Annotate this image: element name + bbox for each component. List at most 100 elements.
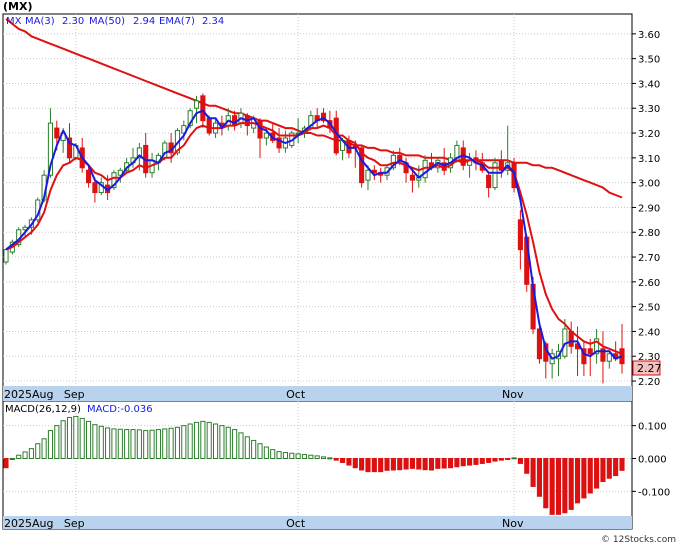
macd-bar — [555, 458, 562, 515]
macd-bar — [225, 426, 231, 459]
price-xtick-label: 2025Aug — [4, 388, 53, 401]
macd-bar — [524, 458, 530, 474]
legend-ma3-value: 2.30 — [62, 16, 84, 27]
macd-bar — [606, 458, 612, 479]
macd-bar — [352, 458, 358, 469]
candle-body — [587, 348, 593, 355]
candle-body — [54, 127, 60, 139]
macd-bar — [371, 458, 377, 473]
price-xtick-label: Oct — [286, 388, 306, 401]
macd-bar — [244, 436, 250, 460]
price-ytick-label: 3.60 — [638, 30, 660, 41]
macd-bar — [301, 454, 308, 459]
macd-bar — [530, 458, 536, 487]
macd-date-band — [3, 516, 632, 529]
macd-bar — [505, 458, 511, 460]
price-ytick-label: 3.10 — [638, 154, 660, 165]
macd-bar — [498, 458, 504, 461]
price-ytick-label: 2.60 — [638, 278, 660, 289]
macd-bar — [276, 451, 282, 460]
price-ytick-label: 3.50 — [638, 55, 660, 66]
macd-bar — [536, 458, 543, 497]
macd-bar — [422, 458, 428, 471]
price-ytick-label: 2.80 — [638, 228, 660, 239]
macd-bar — [619, 458, 625, 471]
macd-bar — [346, 458, 352, 466]
legend-ma3-label: MA(3) — [25, 16, 55, 27]
macd-bar — [28, 448, 34, 459]
candle-body — [409, 174, 415, 181]
macd-bar — [60, 420, 66, 460]
macd-bar — [9, 458, 15, 460]
macd-bar — [467, 458, 473, 466]
macd-bar — [562, 458, 568, 514]
macd-bar — [3, 458, 9, 469]
candle-body — [517, 219, 523, 251]
macd-bar — [193, 421, 200, 460]
macd-xtick-label: Nov — [502, 517, 524, 530]
macd-bar — [162, 428, 168, 459]
macd-bar — [384, 458, 390, 471]
macd-bar — [441, 458, 447, 469]
macd-bar — [568, 458, 574, 510]
macd-bar — [492, 458, 498, 462]
macd-bar — [549, 458, 555, 515]
macd-bar — [105, 427, 111, 460]
last-price-label: 2.27 — [637, 362, 662, 375]
credit-text: © 12Stocks.com — [601, 535, 676, 545]
macd-xtick-label: 2025Aug — [4, 517, 53, 530]
macd-bar — [581, 458, 587, 499]
macd-xtick-label: Oct — [286, 517, 306, 530]
price-ytick-label: 2.40 — [638, 327, 660, 338]
macd-bar — [130, 429, 136, 460]
price-xtick-label: Sep — [64, 388, 85, 401]
macd-bar — [365, 458, 371, 473]
candle-body — [486, 174, 492, 189]
candle-body — [92, 182, 98, 194]
legend-ma50-value: 2.94 — [133, 16, 155, 27]
macd-bar — [333, 458, 339, 461]
macd-bar — [219, 425, 225, 459]
macd-bar — [517, 458, 523, 464]
candle-body — [193, 100, 200, 109]
macd-bar — [409, 458, 415, 469]
macd-bar — [479, 458, 485, 464]
macd-bar — [117, 428, 123, 459]
macd-bar — [155, 429, 161, 460]
macd-bar — [270, 449, 276, 459]
candle-body — [85, 169, 92, 184]
macd-bar — [574, 458, 581, 504]
macd-bar — [327, 457, 333, 460]
macd-ytick-label: 0.000 — [638, 455, 667, 466]
price-xtick-label: Nov — [502, 388, 524, 401]
macd-bar — [98, 425, 104, 459]
macd-bar — [397, 458, 403, 471]
macd-bar — [136, 429, 142, 459]
macd-bar — [314, 455, 320, 460]
macd-bar — [511, 457, 517, 460]
macd-bar — [187, 423, 193, 459]
macd-bar — [124, 429, 130, 460]
macd-bar — [613, 458, 619, 477]
price-ytick-label: 2.90 — [638, 203, 660, 214]
price-ytick-label: 3.00 — [638, 179, 660, 190]
macd-bar — [251, 439, 257, 459]
macd-bar — [174, 426, 181, 459]
price-ytick-label: 2.70 — [638, 253, 660, 264]
macd-bar — [66, 416, 73, 459]
macd-bar — [308, 454, 314, 460]
macd-bar — [149, 429, 155, 460]
macd-bar — [289, 452, 295, 460]
macd-bar — [206, 421, 212, 460]
macd-legend-value: MACD:-0.036 — [87, 404, 153, 415]
candle-body — [492, 162, 498, 189]
macd-bar — [73, 415, 79, 460]
macd-bar — [168, 427, 174, 459]
macd-bar — [320, 456, 327, 460]
macd-bar — [232, 429, 238, 460]
macd-bar — [213, 423, 219, 459]
price-date-band — [3, 386, 632, 401]
macd-bar — [454, 458, 460, 468]
price-ytick-label: 3.30 — [638, 104, 660, 115]
legend-symbol: MX — [6, 16, 22, 27]
